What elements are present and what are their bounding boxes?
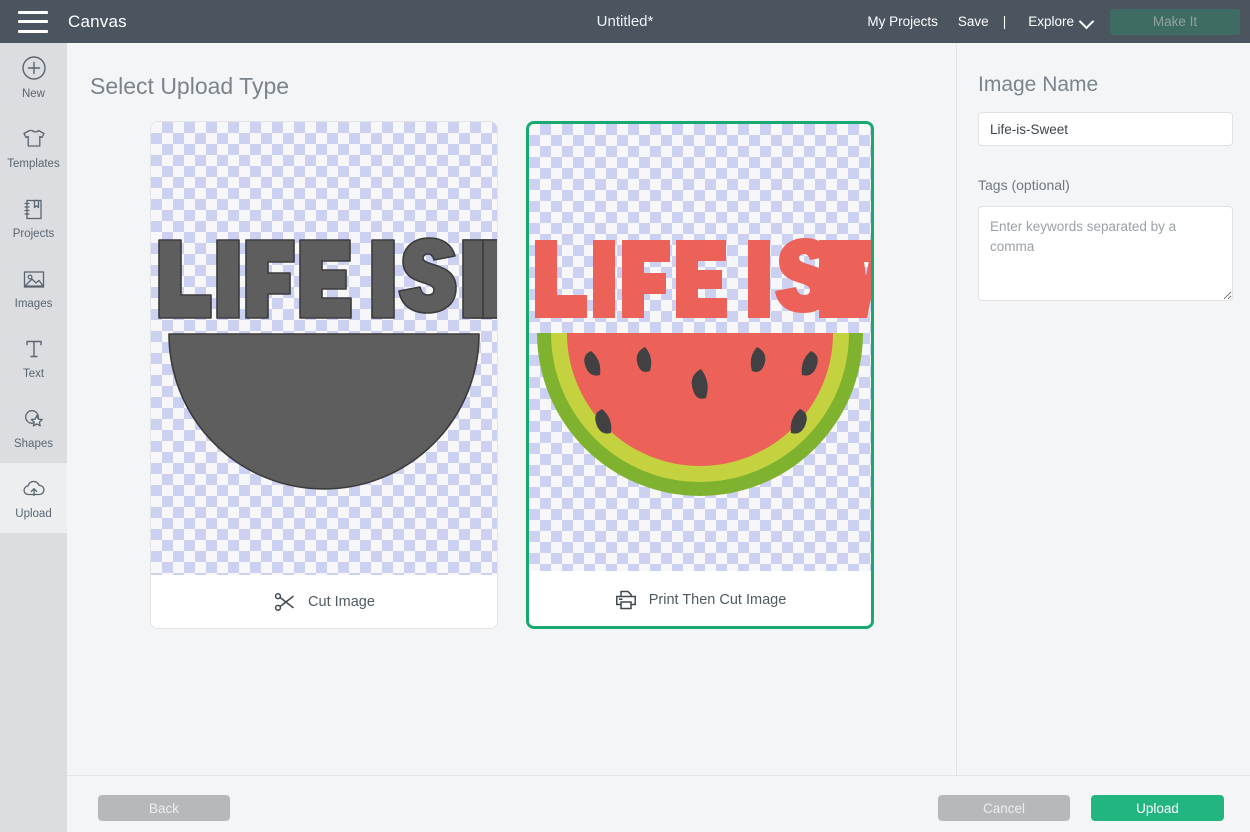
plus-circle-icon bbox=[21, 56, 46, 80]
sidebar-item-upload[interactable]: Upload bbox=[0, 463, 67, 533]
upload-cloud-icon bbox=[22, 481, 45, 497]
shapes-star-icon bbox=[24, 410, 43, 427]
explore-menu[interactable]: Explore bbox=[1010, 14, 1098, 29]
cut-image-footer[interactable]: Cut Image bbox=[151, 575, 497, 628]
sidebar-item-label: Templates bbox=[7, 158, 60, 171]
top-bar: Canvas Untitled* My Projects Save | Expl… bbox=[0, 0, 1250, 43]
sidebar-item-label: Images bbox=[14, 298, 53, 311]
image-name-label: Image Name bbox=[978, 73, 1099, 96]
page-title: Select Upload Type bbox=[90, 73, 290, 99]
image-details-panel: Image Name Tags (optional) bbox=[956, 43, 1250, 775]
cancel-button[interactable]: Cancel bbox=[938, 795, 1070, 821]
toolbar-separator: | bbox=[1002, 14, 1007, 29]
sidebar-item-new[interactable]: New bbox=[0, 43, 67, 113]
picture-icon bbox=[23, 271, 44, 288]
left-sidebar: New Templates Projects Images Text Shape… bbox=[0, 43, 67, 832]
cut-image-label: Cut Image bbox=[308, 593, 375, 610]
tags-label: Tags (optional) bbox=[978, 177, 1070, 193]
explore-label: Explore bbox=[1028, 14, 1074, 29]
print-then-cut-label: Print Then Cut Image bbox=[648, 591, 787, 608]
sidebar-item-text[interactable]: Text bbox=[0, 323, 67, 393]
upload-type-card-print-then-cut-image[interactable]: Print Then Cut Image bbox=[526, 121, 874, 629]
sidebar-item-label: New bbox=[21, 88, 45, 101]
sidebar-item-projects[interactable]: Projects bbox=[0, 183, 67, 253]
footer-bar: Back Cancel Upload bbox=[67, 775, 1250, 832]
top-bar-actions: My Projects Save | Explore Make It bbox=[857, 0, 1250, 43]
print-then-cut-preview bbox=[529, 124, 871, 571]
app-window: Canvas Untitled* My Projects Save | Expl… bbox=[0, 0, 1250, 832]
sidebar-item-images[interactable]: Images bbox=[0, 253, 67, 323]
print-then-cut-footer[interactable]: Print Then Cut Image bbox=[529, 573, 871, 626]
tshirt-icon bbox=[22, 130, 45, 147]
make-it-button[interactable]: Make It bbox=[1110, 8, 1240, 35]
sidebar-item-templates[interactable]: Templates bbox=[0, 113, 67, 183]
sidebar-item-shapes[interactable]: Shapes bbox=[0, 393, 67, 463]
notebook-icon bbox=[23, 200, 42, 220]
upload-type-card-cut-image[interactable]: Cut Image bbox=[150, 121, 498, 629]
sidebar-item-label: Upload bbox=[15, 508, 52, 521]
cut-image-artwork bbox=[158, 237, 497, 490]
tags-input[interactable] bbox=[978, 206, 1233, 301]
printer-icon bbox=[615, 590, 636, 609]
sidebar-item-label: Projects bbox=[12, 228, 55, 241]
back-button[interactable]: Back bbox=[98, 795, 230, 821]
save-button[interactable]: Save bbox=[948, 14, 999, 29]
text-t-icon bbox=[25, 341, 42, 358]
hamburger-icon[interactable] bbox=[18, 10, 48, 33]
canvas-label: Canvas bbox=[68, 11, 127, 31]
sidebar-item-label: Text bbox=[22, 368, 45, 381]
image-name-input[interactable] bbox=[978, 112, 1233, 146]
chevron-down-icon bbox=[1081, 16, 1092, 27]
print-then-cut-artwork bbox=[535, 238, 871, 496]
sidebar-item-label: Shapes bbox=[13, 438, 53, 451]
upload-button[interactable]: Upload bbox=[1091, 795, 1224, 821]
my-projects-link[interactable]: My Projects bbox=[857, 14, 948, 29]
cut-image-preview bbox=[151, 122, 497, 575]
scissors-icon bbox=[274, 592, 294, 611]
main-panel: Select Upload Type Cut Image Print Then … bbox=[67, 43, 956, 775]
